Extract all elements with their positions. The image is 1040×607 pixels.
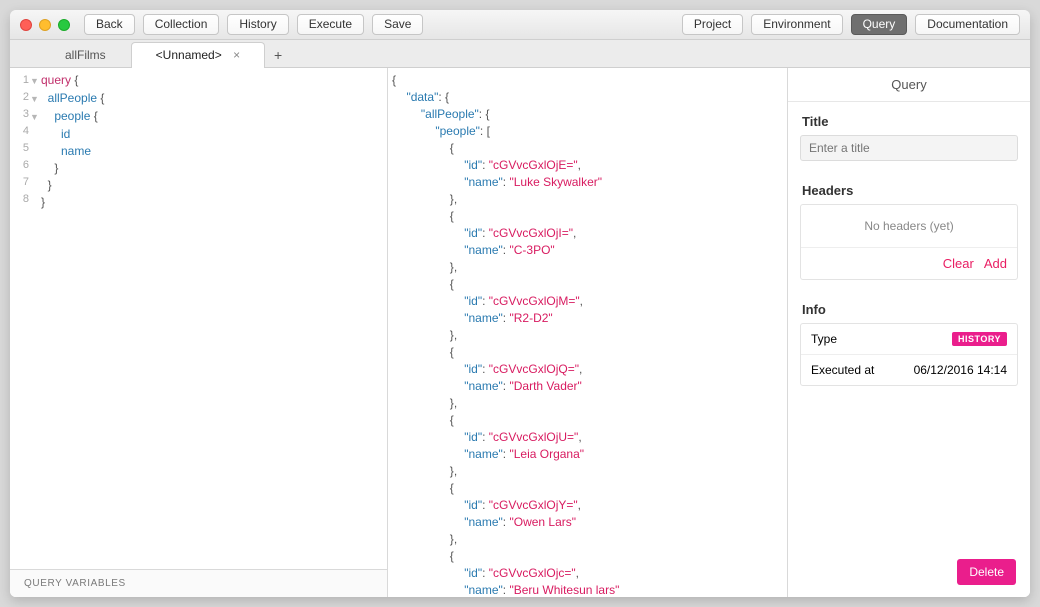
headers-section-label: Headers <box>788 171 1030 204</box>
main-body: 1 2 3 4 5 6 7 8 ▼query { ▼ allPeople { ▼… <box>10 68 1030 597</box>
code-token: { <box>94 109 98 123</box>
fold-icon[interactable]: ▼ <box>30 109 40 126</box>
gutter-line: 7 <box>10 174 29 191</box>
history-button[interactable]: History <box>227 14 288 35</box>
sidebar: Query Title Headers No headers (yet) Cle… <box>788 68 1030 597</box>
app-window: Back Collection History Execute Save Pro… <box>10 10 1030 597</box>
delete-button[interactable]: Delete <box>957 559 1016 585</box>
gutter-line: 4 <box>10 123 29 140</box>
sidebar-title: Query <box>788 68 1030 102</box>
title-input[interactable] <box>800 135 1018 161</box>
code-token: } <box>41 161 58 175</box>
info-row-executed: Executed at 06/12/2016 14:14 <box>801 355 1017 385</box>
code-token: } <box>41 195 45 209</box>
add-tab-button[interactable]: + <box>265 47 291 67</box>
window-controls <box>20 19 70 31</box>
editor-code[interactable]: ▼query { ▼ allPeople { ▼ people { id nam… <box>35 68 387 569</box>
gutter-line: 3 <box>10 106 29 123</box>
results-json[interactable]: { "data": { "allPeople": { "people": [ {… <box>388 68 787 597</box>
close-window-icon[interactable] <box>20 19 32 31</box>
type-badge: HISTORY <box>952 332 1007 346</box>
project-button[interactable]: Project <box>682 14 743 35</box>
tab-label: <Unnamed> <box>156 48 222 62</box>
query-editor[interactable]: 1 2 3 4 5 6 7 8 ▼query { ▼ allPeople { ▼… <box>10 68 387 569</box>
headers-actions: Clear Add <box>801 248 1017 279</box>
code-token: } <box>41 178 52 192</box>
fold-icon[interactable]: ▼ <box>30 73 40 90</box>
code-token: { <box>100 91 104 105</box>
gutter-line: 2 <box>10 89 29 106</box>
info-table: Type HISTORY Executed at 06/12/2016 14:1… <box>800 323 1018 386</box>
minimize-window-icon[interactable] <box>39 19 51 31</box>
titlebar: Back Collection History Execute Save Pro… <box>10 10 1030 40</box>
editor-gutter: 1 2 3 4 5 6 7 8 <box>10 68 35 569</box>
headers-box: No headers (yet) Clear Add <box>800 204 1018 280</box>
info-row-type: Type HISTORY <box>801 324 1017 355</box>
code-token: people <box>41 109 94 123</box>
results-pane: { "data": { "allPeople": { "people": [ {… <box>388 68 788 597</box>
documentation-button[interactable]: Documentation <box>915 14 1020 35</box>
environment-button[interactable]: Environment <box>751 14 842 35</box>
gutter-line: 6 <box>10 157 29 174</box>
tab-allfilms[interactable]: allFilms <box>40 42 131 67</box>
collection-button[interactable]: Collection <box>143 14 220 35</box>
info-type-label: Type <box>811 332 837 346</box>
query-panel-button[interactable]: Query <box>851 14 908 35</box>
code-token: id <box>41 127 70 141</box>
code-token: allPeople <box>41 91 100 105</box>
info-executed-label: Executed at <box>811 363 874 377</box>
tab-unnamed[interactable]: <Unnamed> × <box>131 42 265 67</box>
info-section-label: Info <box>788 290 1030 323</box>
save-button[interactable]: Save <box>372 14 423 35</box>
execute-button[interactable]: Execute <box>297 14 364 35</box>
query-editor-pane: 1 2 3 4 5 6 7 8 ▼query { ▼ allPeople { ▼… <box>10 68 388 597</box>
code-token: name <box>41 144 91 158</box>
tab-bar: allFilms <Unnamed> × + <box>10 40 1030 68</box>
code-token: { <box>74 73 78 87</box>
info-executed-value: 06/12/2016 14:14 <box>914 363 1007 377</box>
gutter-line: 5 <box>10 140 29 157</box>
title-section-label: Title <box>788 102 1030 135</box>
close-tab-icon[interactable]: × <box>233 48 240 62</box>
gutter-line: 8 <box>10 191 29 208</box>
clear-headers-link[interactable]: Clear <box>943 256 974 271</box>
zoom-window-icon[interactable] <box>58 19 70 31</box>
headers-empty-text: No headers (yet) <box>801 205 1017 248</box>
query-variables-bar[interactable]: QUERY VARIABLES <box>10 569 387 597</box>
fold-icon[interactable]: ▼ <box>30 91 40 108</box>
code-token: query <box>41 73 74 87</box>
back-button[interactable]: Back <box>84 14 135 35</box>
gutter-line: 1 <box>10 72 29 89</box>
add-header-link[interactable]: Add <box>984 256 1007 271</box>
